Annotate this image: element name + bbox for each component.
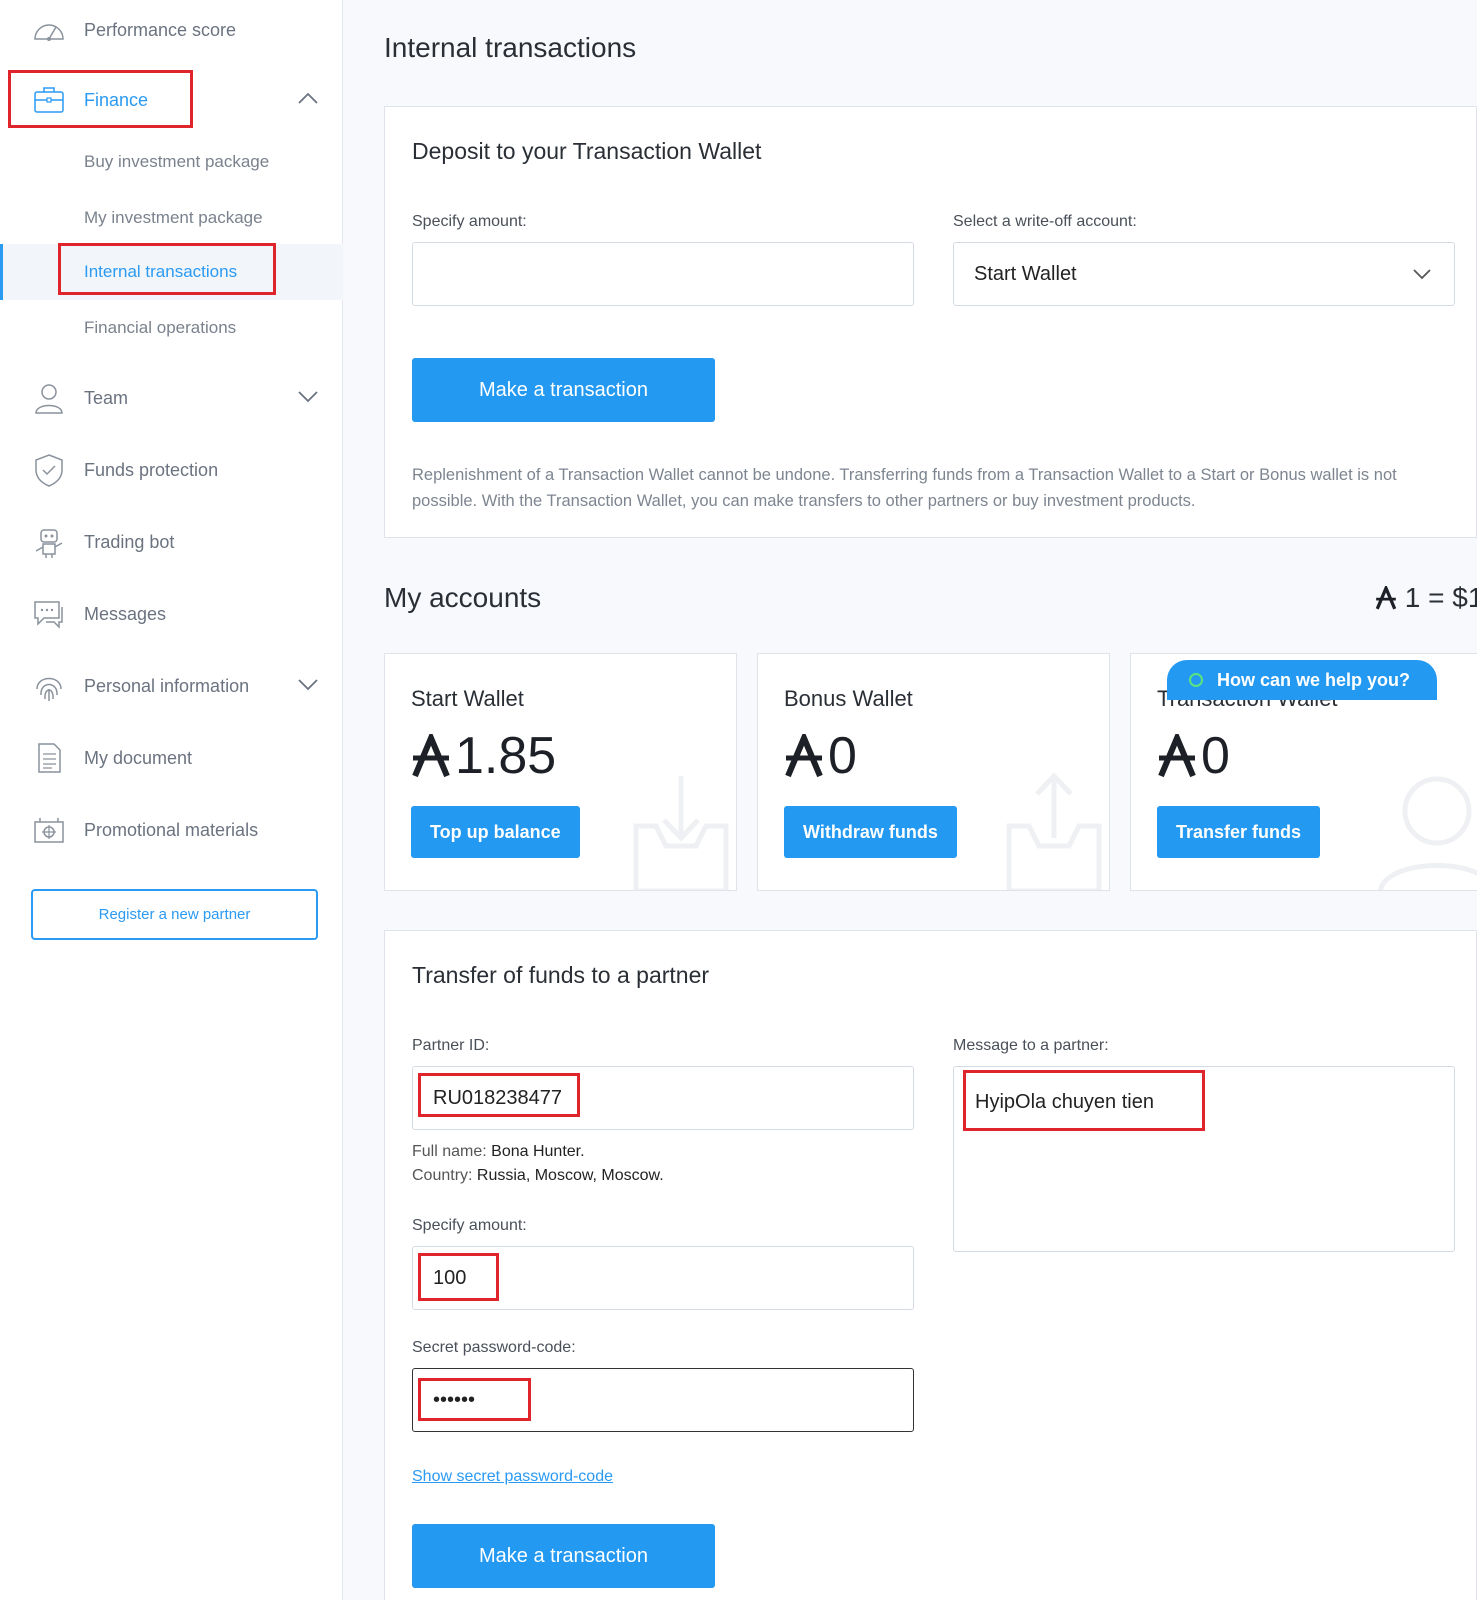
country-value: Russia, Moscow, Moscow. <box>476 1167 664 1184</box>
chevron-down-icon[interactable] <box>297 676 319 692</box>
deposit-amount-label: Specify amount: <box>412 213 527 230</box>
partner-id-label: Partner ID: <box>412 1037 490 1054</box>
upload-tray-icon <box>1006 772 1102 890</box>
show-password-link[interactable]: Show secret password-code <box>412 1468 613 1486</box>
main-content: Internal transactions Deposit to your Tr… <box>343 0 1477 1600</box>
write-off-account-select[interactable]: Start Wallet <box>953 242 1455 306</box>
wallet-amount-value: 0 <box>1201 727 1230 785</box>
help-chat-button[interactable]: How can we help you? <box>1167 660 1437 700</box>
deposit-title: Deposit to your Transaction Wallet <box>412 138 762 164</box>
password-highlight-box <box>418 1378 531 1421</box>
sidebar-item-label: Funds protection <box>84 459 219 480</box>
sidebar-item-label: Messages <box>84 603 167 624</box>
chevron-down-icon[interactable] <box>297 388 319 404</box>
partner-fullname: Full name: Bona Hunter. <box>412 1143 585 1161</box>
amount-highlight-box <box>418 1253 499 1301</box>
currency-icon <box>785 734 823 778</box>
wallet-amount: 0 <box>784 726 857 786</box>
wallet-title: Bonus Wallet <box>784 686 913 711</box>
chevron-down-icon <box>1413 269 1431 280</box>
help-chat-label: How can we help you? <box>1217 669 1411 690</box>
sidebar-item-promotional-materials[interactable]: Promotional materials <box>0 802 343 858</box>
sidebar-subitem-buy-investment-package[interactable]: Buy investment package <box>0 134 343 190</box>
sidebar-subitem-financial-operations[interactable]: Financial operations <box>0 300 343 356</box>
sidebar-subitem-my-investment-package[interactable]: My investment package <box>0 190 343 246</box>
chat-icon <box>34 601 63 629</box>
chevron-up-icon[interactable] <box>297 90 319 106</box>
country-label: Country: <box>412 1167 473 1184</box>
sidebar-item-label: My document <box>84 747 193 768</box>
deposit-card: Deposit to your Transaction Wallet Speci… <box>384 106 1477 538</box>
password-label: Secret password-code: <box>412 1339 576 1356</box>
message-label: Message to a partner: <box>953 1037 1109 1054</box>
wallet-amount: 1.85 <box>411 726 556 786</box>
exchange-rate: 1 = $1 <box>1375 582 1477 614</box>
deposit-make-transaction-button[interactable]: Make a transaction <box>412 358 715 422</box>
top-up-balance-button[interactable]: Top up balance <box>411 806 580 858</box>
download-tray-icon <box>633 776 729 890</box>
online-status-icon <box>1189 673 1203 687</box>
transfer-funds-button[interactable]: Transfer funds <box>1157 806 1321 858</box>
fullname-value: Bona Hunter. <box>491 1143 585 1160</box>
partner-country: Country: Russia, Moscow, Moscow. <box>412 1167 664 1185</box>
transfer-amount-label: Specify amount: <box>412 1217 527 1234</box>
withdraw-funds-button[interactable]: Withdraw funds <box>784 806 957 858</box>
wallet-card-bonus: Bonus Wallet 0 Withdraw funds <box>757 653 1110 891</box>
sidebar-item-funds-protection[interactable]: Funds protection <box>0 442 343 498</box>
sidebar-item-label: Promotional materials <box>84 819 259 840</box>
my-accounts-title: My accounts <box>384 582 542 613</box>
sidebar-item-messages[interactable]: Messages <box>0 586 343 642</box>
fingerprint-icon <box>36 677 62 701</box>
transfer-title: Transfer of funds to a partner <box>412 962 710 988</box>
sidebar-item-label: Performance score <box>84 19 237 40</box>
wallet-amount: 0 <box>1157 726 1230 786</box>
write-off-account-label: Select a write-off account: <box>953 213 1137 230</box>
sidebar-subitem-label: My investment package <box>84 208 263 227</box>
sidebar-item-label: Team <box>84 387 129 408</box>
sidebar-item-label: Trading bot <box>84 531 175 552</box>
sidebar-item-personal-information[interactable]: Personal information <box>0 658 343 714</box>
deposit-amount-input[interactable] <box>412 242 914 306</box>
internal-transactions-highlight-box <box>58 243 276 295</box>
sidebar: Performance score Finance Buy investment… <box>0 0 343 1600</box>
user-icon <box>35 384 63 414</box>
message-highlight-box <box>963 1070 1205 1131</box>
wallet-title: Start Wallet <box>411 686 524 711</box>
sidebar-item-label: Personal information <box>84 675 250 696</box>
sidebar-item-trading-bot[interactable]: Trading bot <box>0 514 343 570</box>
register-partner-button[interactable]: Register a new partner <box>31 889 318 940</box>
partner-id-highlight-box <box>418 1073 580 1117</box>
sidebar-item-team[interactable]: Team <box>0 370 343 426</box>
write-off-account-value: Start Wallet <box>974 262 1077 285</box>
currency-icon <box>412 734 450 778</box>
promo-icon <box>34 818 64 843</box>
sidebar-subitem-label: Financial operations <box>84 318 237 337</box>
transfer-make-transaction-button[interactable]: Make a transaction <box>412 1524 715 1588</box>
exchange-rate-left: 1 <box>1404 582 1421 613</box>
page-title: Internal transactions <box>384 32 637 63</box>
document-icon <box>38 743 61 773</box>
wallet-amount-value: 1.85 <box>455 727 557 785</box>
robot-icon <box>35 529 63 558</box>
sidebar-item-performance-score[interactable]: Performance score <box>0 2 343 58</box>
sidebar-item-my-document[interactable]: My document <box>0 730 343 786</box>
wallet-amount-value: 0 <box>828 727 857 785</box>
shield-icon <box>35 454 63 487</box>
wallet-card-start: Start Wallet 1.85 Top up balance <box>384 653 737 891</box>
deposit-note: Replenishment of a Transaction Wallet ca… <box>412 466 1397 510</box>
person-icon <box>1378 776 1477 890</box>
gauge-icon <box>34 24 64 41</box>
transfer-card: Transfer of funds to a partner Partner I… <box>384 930 1477 1600</box>
finance-highlight-box <box>8 70 193 128</box>
fullname-label: Full name: <box>412 1143 487 1160</box>
currency-icon <box>1375 583 1397 610</box>
exchange-rate-right: = $1 <box>1428 582 1477 613</box>
sidebar-subitem-label: Buy investment package <box>84 152 270 171</box>
currency-icon <box>1158 734 1196 778</box>
